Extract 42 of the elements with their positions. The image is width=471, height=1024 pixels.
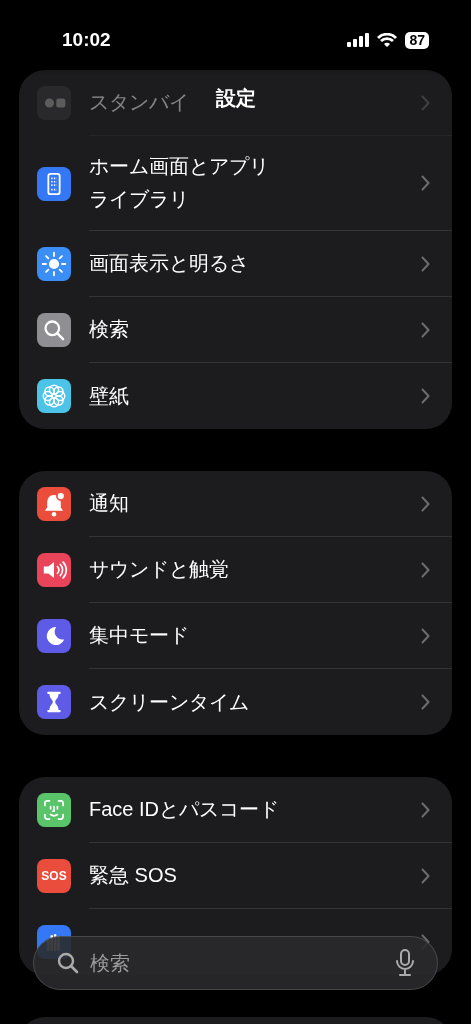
sos-icon: SOS: [37, 859, 71, 893]
chevron-icon: [421, 321, 430, 338]
signal-icon: [347, 33, 370, 47]
brightness-icon: [37, 247, 71, 281]
status-time: 10:02: [62, 27, 111, 52]
chevron-icon: [421, 388, 430, 404]
battery-level: 87: [405, 31, 429, 49]
standby-icon: [37, 86, 71, 120]
hourglass-icon: [37, 685, 71, 719]
face-frame-icon: [37, 793, 71, 827]
nav-title: 設定: [215, 86, 256, 111]
chevron-icon: [421, 627, 430, 644]
home-screen-icon: [37, 166, 71, 201]
wifi-icon: [377, 33, 398, 47]
setting-label[interactable]: 画面表示と明るさ: [89, 247, 249, 280]
setting-label[interactable]: 集中モード: [89, 619, 189, 652]
chevron-icon: [421, 561, 430, 578]
chevron-icon: [421, 255, 430, 272]
search-icon: [37, 313, 71, 347]
setting-label[interactable]: ホーム画面とアプリライブラリ: [89, 150, 281, 216]
search-input[interactable]: 検索: [90, 948, 385, 978]
chevron-icon: [421, 495, 430, 512]
chevron-icon: [421, 175, 430, 191]
chevron-icon: [421, 801, 430, 818]
search-icon: [56, 951, 80, 975]
chevron-icon: [421, 94, 430, 111]
chevron-icon: [421, 694, 430, 710]
setting-label[interactable]: スクリーンタイム: [89, 685, 249, 719]
setting-label[interactable]: 壁紙: [89, 379, 129, 413]
setting-label[interactable]: サウンドと触覚: [89, 553, 229, 586]
search-field[interactable]: 検索: [33, 936, 438, 990]
setting-label[interactable]: Face IDとパスコード: [89, 793, 280, 826]
moon-icon: [37, 619, 71, 653]
microphone-icon[interactable]: [395, 949, 415, 977]
bell-icon: [37, 487, 71, 521]
speaker-icon: [37, 553, 71, 587]
setting-label[interactable]: 通知: [89, 487, 129, 520]
setting-label[interactable]: 緊急 SOS: [89, 859, 177, 892]
setting-label[interactable]: 検索: [89, 313, 129, 346]
chevron-icon: [421, 867, 430, 884]
setting-label[interactable]: スタンバイ: [89, 86, 189, 119]
flower-icon: [37, 379, 71, 413]
